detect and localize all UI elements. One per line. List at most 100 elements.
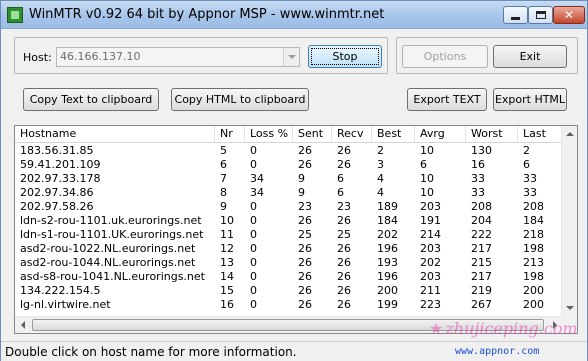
table-row[interactable]: 183.56.31.85 5 0 26 26 2 10 130 2 <box>15 144 563 158</box>
export-text-button[interactable]: Export TEXT <box>407 88 487 111</box>
hostname-cell[interactable]: 202.97.33.178 <box>15 172 100 186</box>
hostname-cell[interactable]: asd2-rou-1044.NL.eurorings.net <box>15 256 195 270</box>
table-cell: 9 <box>298 186 305 199</box>
host-label: Host: <box>23 51 52 64</box>
column-header[interactable]: Last <box>518 126 563 143</box>
table-cell: 219 <box>471 284 492 297</box>
table-cell: 26 <box>337 298 351 311</box>
table-cell: 26 <box>298 242 312 255</box>
column-header[interactable]: Sent <box>293 126 332 143</box>
copy-text-button[interactable]: Copy Text to clipboard <box>23 88 159 111</box>
vertical-scrollbar[interactable] <box>561 126 577 333</box>
hostname-cell[interactable]: 183.56.31.85 <box>15 144 93 158</box>
table-cell: 6 <box>337 186 344 199</box>
maximize-button[interactable] <box>528 6 553 24</box>
status-text: Double click on host name for more infor… <box>5 345 297 359</box>
hostname-cell[interactable]: 134.222.154.5 <box>15 284 100 298</box>
column-header[interactable]: Nr <box>215 126 245 143</box>
stop-button[interactable]: Stop <box>308 45 382 68</box>
table-body: 183.56.31.85 5 0 26 26 2 10 130 2 59.41.201.109 6 0… <box>15 144 563 312</box>
table-row[interactable]: ldn-s1-rou-1101.UK.eurorings.net 11 0 25 25 2… <box>15 228 563 242</box>
table-row[interactable]: asd2-rou-1044.NL.eurorings.net 13 0 26 26 193… <box>15 256 563 270</box>
table-cell: 204 <box>471 214 492 227</box>
hostname-cell[interactable]: lg-nl.virtwire.net <box>15 298 111 312</box>
table-cell: 5 <box>220 144 227 157</box>
close-button[interactable]: ✕ <box>553 6 585 24</box>
app-icon <box>7 7 23 23</box>
table-cell: 0 <box>250 256 257 269</box>
table-cell: 6 <box>523 158 530 171</box>
watermark: zhujiceping.com <box>429 319 577 338</box>
table-cell: 33 <box>471 172 485 185</box>
table-cell: 0 <box>250 200 257 213</box>
table-cell: 26 <box>298 144 312 157</box>
table-row[interactable]: lg-nl.virtwire.net 16 0 26 26 199 223 267 200 <box>15 298 563 312</box>
hostname-cell[interactable]: asd2-rou-1022.NL.eurorings.net <box>15 242 195 256</box>
close-icon: ✕ <box>563 8 575 22</box>
table-cell: 10 <box>420 186 434 199</box>
table-row[interactable]: 134.222.154.5 15 0 26 26 200 211 219 200 <box>15 284 563 298</box>
table-cell: 34 <box>250 186 264 199</box>
table-cell: 202 <box>420 256 441 269</box>
table-cell: 4 <box>377 186 384 199</box>
scroll-down-icon[interactable] <box>562 300 577 316</box>
column-header[interactable]: Loss % <box>245 126 293 143</box>
options-button[interactable]: Options <box>402 45 488 68</box>
table-cell: 15 <box>220 284 234 297</box>
results-table[interactable]: Hostname Nr Loss % Sent Recv Best Avrg W… <box>14 125 578 334</box>
hostname-cell[interactable]: 202.97.34.86 <box>15 186 93 200</box>
table-cell: 198 <box>523 270 544 283</box>
table-row[interactable]: asd2-rou-1022.NL.eurorings.net 12 0 26 26 196… <box>15 242 563 256</box>
exit-button[interactable]: Exit <box>493 45 567 68</box>
table-cell: 26 <box>337 144 351 157</box>
export-html-button[interactable]: Export HTML <box>493 88 567 111</box>
table-row[interactable]: 202.97.34.86 8 34 9 6 4 10 33 33 <box>15 186 563 200</box>
table-cell: 25 <box>337 228 351 241</box>
table-cell: 0 <box>250 228 257 241</box>
table-cell: 223 <box>420 298 441 311</box>
table-cell: 189 <box>377 200 398 213</box>
table-cell: 218 <box>523 228 544 241</box>
table-cell: 200 <box>523 298 544 311</box>
table-cell: 0 <box>250 144 257 157</box>
title-bar[interactable]: WinMTR v0.92 64 bit by Appnor MSP - www.… <box>1 1 587 29</box>
hostname-cell[interactable]: ldn-s2-rou-1101.uk.eurorings.net <box>15 214 202 228</box>
minimize-button[interactable] <box>503 6 528 24</box>
hostname-cell[interactable]: asd-s8-rou-1041.NL.eurorings.net <box>15 270 205 284</box>
hostname-cell[interactable]: ldn-s1-rou-1101.UK.eurorings.net <box>15 228 203 242</box>
table-cell: 11 <box>220 228 234 241</box>
table-cell: 26 <box>337 270 351 283</box>
hostname-cell[interactable]: 59.41.201.109 <box>15 158 100 172</box>
column-header[interactable]: Hostname <box>15 126 215 143</box>
scroll-up-icon[interactable] <box>562 126 577 142</box>
column-header[interactable]: Best <box>372 126 415 143</box>
table-row[interactable]: 202.97.58.26 9 0 23 23 189 203 208 208 <box>15 200 563 214</box>
table-cell: 9 <box>220 200 227 213</box>
table-cell: 2 <box>377 144 384 157</box>
scroll-left-icon[interactable] <box>15 317 31 333</box>
table-cell: 203 <box>420 270 441 283</box>
column-header[interactable]: Worst <box>466 126 518 143</box>
table-row[interactable]: asd-s8-rou-1041.NL.eurorings.net 14 0 26 26 1… <box>15 270 563 284</box>
chevron-down-icon[interactable] <box>283 48 299 66</box>
table-cell: 217 <box>471 270 492 283</box>
table-cell: 213 <box>523 256 544 269</box>
table-row[interactable]: 202.97.33.178 7 34 9 6 4 10 33 33 <box>15 172 563 186</box>
hostname-cell[interactable]: 202.97.58.26 <box>15 200 93 214</box>
table-cell: 12 <box>220 242 234 255</box>
table-row[interactable]: 59.41.201.109 6 0 26 26 3 6 16 6 <box>15 158 563 172</box>
stop-button-label: Stop <box>311 48 379 65</box>
appnor-link[interactable]: www.appnor.com <box>455 346 539 357</box>
table-cell: 8 <box>220 186 227 199</box>
table-cell: 26 <box>298 270 312 283</box>
table-cell: 217 <box>471 242 492 255</box>
table-cell: 26 <box>298 298 312 311</box>
host-combobox[interactable]: 46.166.137.10 <box>56 47 300 67</box>
column-header[interactable]: Avrg <box>415 126 466 143</box>
table-row[interactable]: ldn-s2-rou-1101.uk.eurorings.net 10 0 26 26 1… <box>15 214 563 228</box>
table-cell: 191 <box>420 214 441 227</box>
column-header[interactable]: Recv <box>332 126 372 143</box>
table-cell: 26 <box>337 214 351 227</box>
copy-html-button[interactable]: Copy HTML to clipboard <box>171 88 309 111</box>
table-cell: 16 <box>220 298 234 311</box>
